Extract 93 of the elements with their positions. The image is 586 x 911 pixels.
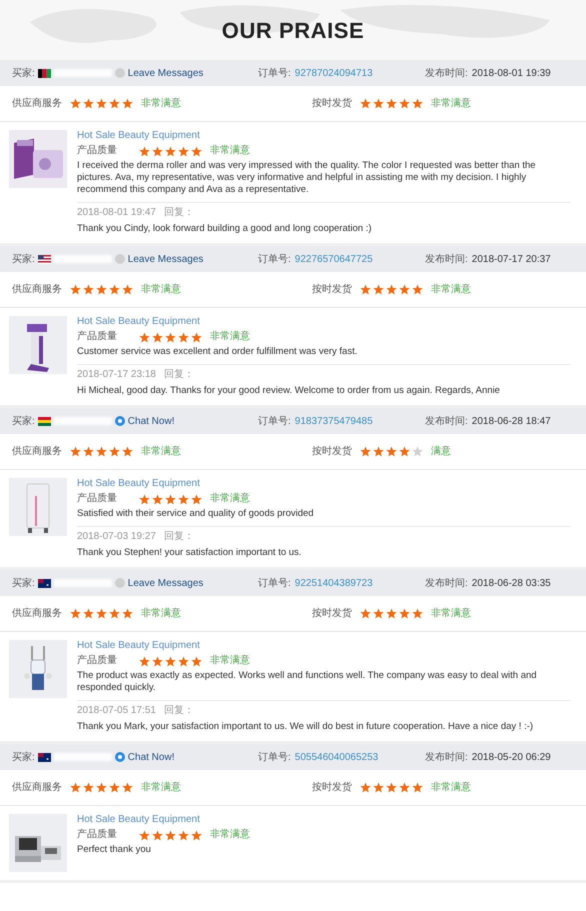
rating-label: 按时发货 — [312, 780, 352, 795]
order-number-link[interactable]: 92787024094713 — [294, 66, 373, 80]
reply-label: 回复： — [164, 369, 194, 381]
quality-label: 产品质量 — [77, 493, 118, 505]
message-link[interactable]: Leave Messages — [128, 252, 204, 266]
product-link[interactable]: Hot Sale Beauty Equipment — [77, 640, 200, 652]
rating-verdict: 非常满意 — [431, 96, 471, 111]
review-text: Customer service was excellent and order fulfillment was very fast. — [77, 346, 358, 358]
chat-icon[interactable] — [114, 752, 125, 762]
rating-label: 按时发货 — [312, 282, 352, 297]
order-label: 订单号: — [258, 414, 291, 428]
message-link[interactable]: Leave Messages — [128, 66, 204, 80]
order-label: 订单号: — [258, 252, 291, 266]
product-link[interactable]: Hot Sale Beauty Equipment — [77, 814, 200, 826]
product-link[interactable]: Hot Sale Beauty Equipment — [77, 130, 200, 142]
reply-time: 2018-08-01 19:47 — [77, 207, 156, 219]
reply-time: 2018-07-05 17:51 — [77, 705, 156, 717]
message-icon[interactable] — [114, 578, 125, 588]
time-label: 发布时间: — [425, 750, 468, 764]
rating-label: 供应商服务 — [12, 780, 62, 795]
rating-label: 供应商服务 — [12, 606, 62, 621]
quality-label: 产品质量 — [77, 655, 118, 667]
order-number-link[interactable]: 505546040065253 — [294, 750, 378, 764]
rating-verdict: 非常满意 — [210, 655, 250, 667]
post-time: 2018-08-01 19:39 — [472, 66, 551, 80]
message-icon[interactable] — [114, 68, 125, 78]
page-title: OUR PRAISE — [222, 16, 364, 44]
time-label: 发布时间: — [425, 66, 468, 80]
product-link[interactable]: Hot Sale Beauty Equipment — [77, 316, 200, 328]
flag-icon — [38, 68, 51, 78]
quality-label: 产品质量 — [77, 829, 118, 841]
order-number-link[interactable]: 92251404389723 — [294, 576, 373, 590]
message-link[interactable]: Leave Messages — [128, 576, 204, 590]
time-label: 发布时间: — [425, 252, 468, 266]
flag-icon — [38, 416, 51, 426]
chat-link[interactable]: Chat Now! — [128, 750, 174, 764]
rating-label: 按时发货 — [312, 444, 352, 459]
message-icon[interactable] — [114, 254, 125, 264]
order-label: 订单号: — [258, 750, 291, 764]
post-time: 2018-07-17 20:37 — [472, 252, 551, 266]
quality-label: 产品质量 — [77, 145, 118, 157]
review-text: The product was exactly as expected. Works well and functions well. The company was easy to deal with and responded quickly. — [77, 670, 538, 694]
rating-label: 供应商服务 — [12, 282, 62, 297]
rating-verdict: 非常满意 — [431, 780, 471, 795]
rating-verdict: 非常满意 — [141, 606, 181, 621]
rating-label: 供应商服务 — [12, 96, 62, 111]
rating-verdict: 非常满意 — [141, 780, 181, 795]
post-time: 2018-06-28 03:35 — [472, 576, 551, 590]
buyer-label: 买家: — [12, 576, 35, 590]
rating-verdict: 非常满意 — [141, 282, 181, 297]
reply-time: 2018-07-03 19:27 — [77, 531, 156, 543]
rating-label: 按时发货 — [312, 96, 352, 111]
quality-label: 产品质量 — [77, 331, 118, 343]
order-label: 订单号: — [258, 66, 291, 80]
product-link[interactable]: Hot Sale Beauty Equipment — [77, 478, 200, 490]
reply-text: Hi Micheal, good day. Thanks for your good review. Welcome to order from us again. Regards, Annie — [77, 385, 501, 397]
time-label: 发布时间: — [425, 414, 468, 428]
order-number-link[interactable]: 91837375479485 — [294, 414, 373, 428]
buyer-label: 买家: — [12, 252, 35, 266]
reply-label: 回复： — [164, 531, 194, 543]
post-time: 2018-05-20 06:29 — [472, 750, 551, 764]
reply-label: 回复： — [164, 705, 194, 717]
chat-link[interactable]: Chat Now! — [128, 414, 174, 428]
order-number-link[interactable]: 92276570647725 — [294, 252, 373, 266]
time-label: 发布时间: — [425, 576, 468, 590]
buyer-label: 买家: — [12, 414, 35, 428]
rating-verdict: 非常满意 — [431, 606, 471, 621]
flag-icon — [38, 254, 51, 264]
rating-label: 供应商服务 — [12, 444, 62, 459]
order-label: 订单号: — [258, 576, 291, 590]
reply-label: 回复： — [164, 207, 194, 219]
rating-verdict: 非常满意 — [210, 331, 250, 343]
rating-verdict: 非常满意 — [141, 96, 181, 111]
buyer-label: 买家: — [12, 750, 35, 764]
review-text: I received the derma roller and was very impressed with the quality. The color I requested was better than the pictures. Ava, my representative, was very informative and helpful in assisting me with my decision. I highly recommend this company and Ava as a representative. — [77, 160, 537, 196]
rating-label: 按时发货 — [312, 606, 352, 621]
rating-verdict: 非常满意 — [141, 444, 181, 459]
flag-icon — [38, 578, 51, 588]
buyer-label: 买家: — [12, 66, 35, 80]
reply-time: 2018-07-17 23:18 — [77, 369, 156, 381]
rating-verdict: 非常满意 — [210, 493, 250, 505]
rating-verdict: 满意 — [431, 444, 451, 459]
review-text: Satisfied with their service and quality of goods provided — [77, 508, 315, 520]
reply-text: Thank you Stephen! your satisfaction important to us. — [77, 547, 302, 559]
rating-verdict: 非常满意 — [210, 145, 250, 157]
reply-text: Thank you Cindy, look forward building a good and long cooperation :) — [77, 223, 373, 235]
rating-verdict: 非常满意 — [210, 829, 250, 841]
chat-icon[interactable] — [114, 416, 125, 426]
post-time: 2018-06-28 18:47 — [472, 414, 551, 428]
reply-text: Thank you Mark, your satisfaction important to us. We will do best in future cooperation. Have a nice day ! :-) — [77, 721, 534, 733]
review-text: Perfect thank you — [77, 844, 152, 856]
rating-verdict: 非常满意 — [431, 282, 471, 297]
flag-icon — [38, 752, 51, 762]
